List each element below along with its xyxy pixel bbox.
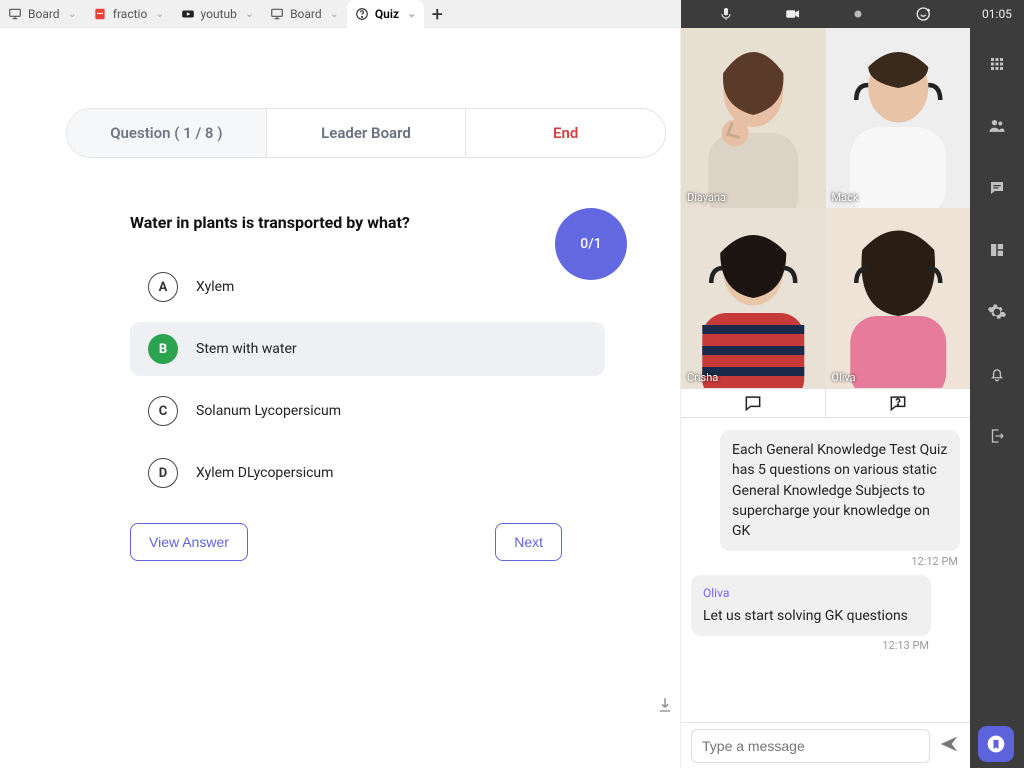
tab-label: youtub — [201, 7, 237, 21]
main-canvas: Question ( 1 / 8 ) Leader Board End 0/1 … — [0, 28, 680, 768]
chat-input[interactable] — [691, 729, 930, 763]
pill-leader-label: Leader Board — [321, 124, 411, 142]
right-rail: 01:05 — [970, 0, 1024, 768]
participant-name: Oliva — [832, 371, 856, 384]
brand-fab[interactable] — [978, 726, 1014, 762]
participant-name: Mack — [832, 191, 859, 204]
call-controls — [681, 0, 970, 28]
chevron-down-icon: ⌄ — [330, 7, 339, 20]
chevron-down-icon: ⌄ — [245, 7, 254, 20]
option-c[interactable]: C Solanum Lycopersicum — [130, 384, 605, 438]
call-chat-panel: Diayana Mack Crisha Oliva Each General K… — [680, 0, 970, 768]
option-badge: B — [148, 334, 178, 364]
participant-name: Crisha — [687, 371, 718, 384]
exit-button[interactable] — [981, 420, 1013, 452]
chat-message: OlivaLet us start solving GK questions12… — [691, 575, 931, 636]
pill-leaderboard[interactable]: Leader Board — [267, 109, 467, 157]
pill-end-label: End — [553, 124, 578, 142]
next-button[interactable]: Next — [495, 523, 562, 561]
option-badge: A — [148, 272, 178, 302]
participant-name: Diayana — [687, 191, 726, 204]
tab-board-2[interactable]: Board ⌄ — [262, 0, 347, 28]
chevron-down-icon: ⌄ — [407, 7, 416, 20]
tab-pdf[interactable]: fractio ⌄ — [85, 0, 173, 28]
participants-button[interactable] — [981, 110, 1013, 142]
tab-board-1[interactable]: Board ⌄ — [0, 0, 85, 28]
presentation-icon — [8, 7, 22, 21]
chat-tabs — [681, 388, 970, 418]
option-a[interactable]: A Xylem — [130, 260, 605, 314]
tab-quiz[interactable]: Quiz ⌄ — [347, 0, 424, 28]
chat-tab[interactable] — [681, 389, 826, 417]
question-chat-icon — [888, 393, 908, 413]
presentation-icon — [270, 7, 284, 21]
chat-rail-button[interactable] — [981, 172, 1013, 204]
option-text: Stem with water — [196, 341, 297, 357]
option-d[interactable]: D Xylem DLycopersicum — [130, 446, 605, 500]
quiz-button-row: View Answer Next — [130, 523, 562, 561]
option-text: Xylem DLycopersicum — [196, 465, 333, 481]
download-button[interactable] — [656, 696, 674, 718]
video-tile[interactable]: Mack — [826, 28, 971, 208]
call-timer: 01:05 — [970, 0, 1024, 28]
help-circle-icon — [355, 7, 369, 21]
record-button[interactable] — [851, 7, 865, 21]
youtube-icon — [181, 7, 195, 21]
video-tile[interactable]: Oliva — [826, 208, 971, 388]
chat-message: Each General Knowledge Test Quiz has 5 q… — [720, 430, 960, 551]
chat-sender: Oliva — [703, 585, 919, 602]
video-grid: Diayana Mack Crisha Oliva — [681, 28, 970, 388]
grid-view-button[interactable] — [981, 48, 1013, 80]
chevron-down-icon: ⌄ — [155, 7, 164, 20]
video-tile[interactable]: Crisha — [681, 208, 826, 388]
add-tab-button[interactable]: + — [424, 2, 450, 26]
reactions-button[interactable] — [915, 5, 933, 23]
option-text: Solanum Lycopersicum — [196, 403, 341, 419]
tab-youtube[interactable]: youtub ⌄ — [173, 0, 263, 28]
chat-scroll[interactable]: Each General Knowledge Test Quiz has 5 q… — [681, 418, 970, 722]
bookmark-icon — [986, 734, 1006, 754]
options-list: A Xylem B Stem with water C Solanum Lycopersi… — [130, 260, 605, 500]
chat-icon — [743, 393, 763, 413]
pill-end[interactable]: End — [466, 109, 665, 157]
tab-strip: Board ⌄ fractio ⌄ youtub ⌄ Board ⌄ Quiz … — [0, 0, 680, 28]
option-badge: D — [148, 458, 178, 488]
pill-question-label: Question ( 1 / 8 ) — [110, 124, 222, 142]
video-tile[interactable]: Diayana — [681, 28, 826, 208]
tab-label: Board — [290, 7, 322, 21]
chevron-down-icon: ⌄ — [68, 7, 77, 20]
question-block: Water in plants is transported by what? … — [130, 213, 605, 508]
mic-button[interactable] — [718, 6, 734, 22]
option-text: Xylem — [196, 279, 234, 295]
notifications-button[interactable] — [981, 358, 1013, 390]
settings-button[interactable] — [981, 296, 1013, 328]
qa-tab[interactable] — [826, 389, 970, 417]
pdf-icon — [93, 7, 107, 21]
option-badge: C — [148, 396, 178, 426]
send-button[interactable] — [938, 733, 960, 759]
tab-label: Board — [28, 7, 60, 21]
question-prompt: Water in plants is transported by what? — [130, 213, 605, 232]
option-b[interactable]: B Stem with water — [130, 322, 605, 376]
pill-question[interactable]: Question ( 1 / 8 ) — [67, 109, 267, 157]
chat-composer — [681, 722, 970, 768]
view-answer-button[interactable]: View Answer — [130, 523, 248, 561]
chat-text: Let us start solving GK questions — [703, 606, 919, 626]
tab-label: Quiz — [375, 7, 399, 21]
chat-timestamp: 12:12 PM — [911, 554, 958, 570]
quiz-nav-pills: Question ( 1 / 8 ) Leader Board End — [66, 108, 666, 158]
tab-label: fractio — [113, 7, 148, 21]
chat-text: Each General Knowledge Test Quiz has 5 q… — [732, 440, 948, 541]
chat-timestamp: 12:13 PM — [882, 638, 929, 654]
camera-button[interactable] — [784, 5, 802, 23]
layout-button[interactable] — [981, 234, 1013, 266]
